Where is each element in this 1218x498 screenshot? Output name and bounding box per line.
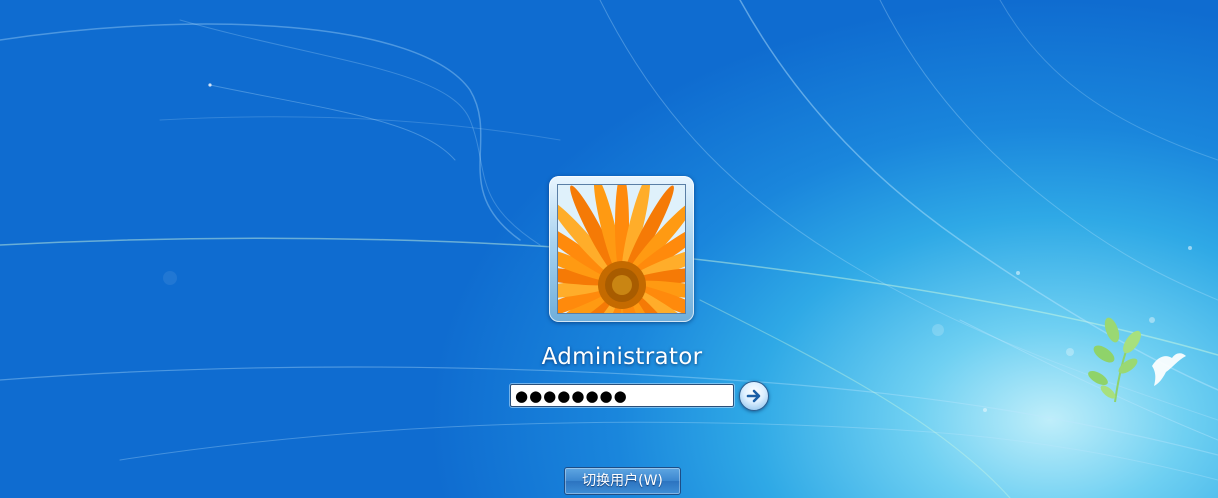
user-avatar-frame bbox=[549, 176, 694, 322]
password-input[interactable] bbox=[509, 383, 735, 408]
switch-user-button[interactable]: 切换用户(W) bbox=[564, 467, 681, 495]
flower-avatar-image bbox=[558, 185, 685, 313]
user-avatar bbox=[557, 184, 686, 314]
submit-button[interactable] bbox=[739, 381, 769, 411]
username-label: Administrator bbox=[541, 344, 703, 370]
arrow-right-icon bbox=[746, 389, 761, 403]
